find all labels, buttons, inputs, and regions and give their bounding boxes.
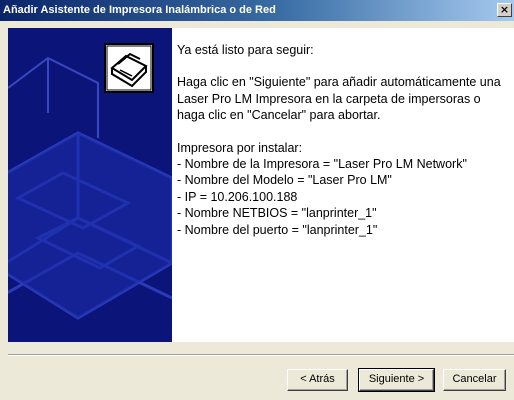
detail-port: - Nombre del puerto = "lanprinter_1" [177, 222, 378, 237]
cancel-button[interactable]: Cancelar [443, 369, 506, 391]
close-icon: × [499, 3, 510, 16]
next-button[interactable]: Siguiente > [358, 368, 435, 392]
detail-printer-name: - Nombre de la Impresora = "Laser Pro LM… [177, 157, 467, 172]
instructions-text: Haga clic en "Siguiente" para añadir aut… [177, 75, 501, 123]
wizard-content: Ya está listo para seguir: Haga clic en … [172, 28, 514, 342]
printer-wizard-icon [104, 43, 154, 93]
detail-netbios: - Nombre NETBIOS = "lanprinter_1" [177, 206, 377, 221]
wizard-sidebar [8, 28, 172, 342]
close-button[interactable]: × [497, 3, 512, 17]
sidebar-illustration [8, 28, 172, 342]
wizard-window: Añadir Asistente de Impresora Inalámbric… [0, 0, 514, 400]
ready-heading: Ya está listo para seguir: [177, 43, 314, 57]
detail-model-name: - Nombre del Modelo = "Laser Pro LM" [177, 173, 392, 188]
back-button[interactable]: < Atrás [287, 369, 348, 391]
detail-ip: - IP = 10.206.100.188 [177, 189, 298, 204]
window-title: Añadir Asistente de Impresora Inalámbric… [3, 4, 276, 16]
footer-separator [8, 354, 514, 356]
title-bar[interactable]: Añadir Asistente de Impresora Inalámbric… [0, 0, 514, 21]
install-label: Impresora por instalar: [177, 140, 303, 155]
